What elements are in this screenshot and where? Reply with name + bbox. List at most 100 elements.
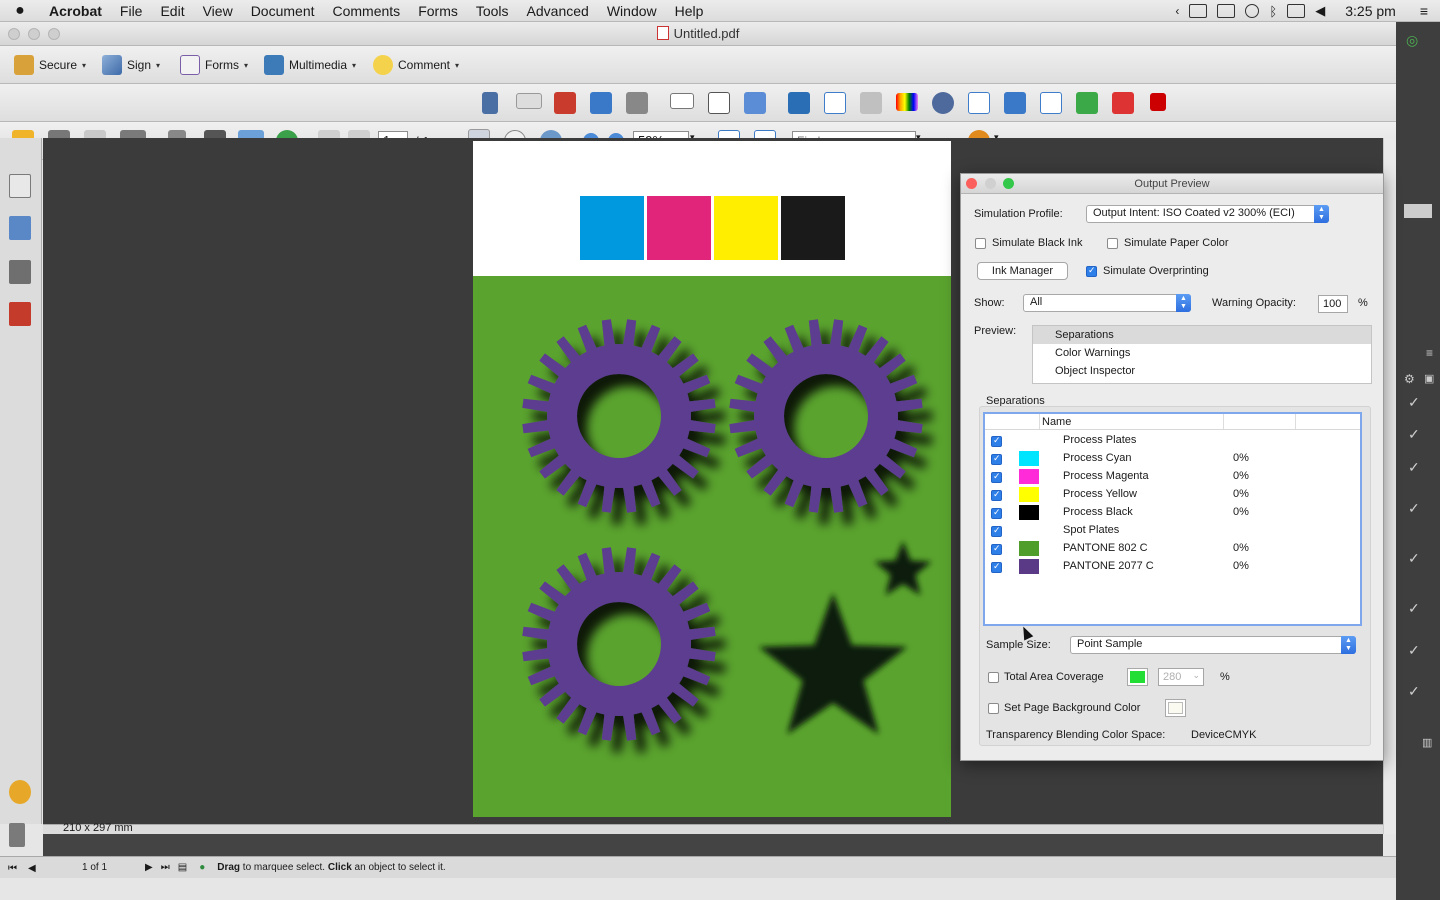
pages-panel-icon[interactable]: [9, 174, 31, 198]
menu-edit[interactable]: Edit: [151, 3, 193, 19]
simulate-paper-color-checkbox[interactable]: [1107, 238, 1118, 249]
volume-icon[interactable]: ◀: [1315, 3, 1325, 19]
sign-button[interactable]: Sign ▾: [102, 52, 160, 78]
flask-icon[interactable]: [932, 92, 954, 114]
page-layout-icon[interactable]: ▤: [178, 862, 187, 873]
output-preview-icon[interactable]: [896, 93, 918, 111]
set-page-background-checkbox[interactable]: [988, 703, 999, 714]
menu-advanced[interactable]: Advanced: [518, 3, 598, 19]
preview-item-color-warnings[interactable]: Color Warnings: [1033, 344, 1371, 362]
close-window-button[interactable]: [8, 28, 20, 40]
tablet-icon[interactable]: [1217, 4, 1236, 18]
edit-form-icon[interactable]: [1040, 92, 1062, 114]
separation-checkbox[interactable]: [991, 543, 1002, 555]
previous-page-icon[interactable]: ◀: [28, 863, 40, 874]
text-field-icon[interactable]: [670, 93, 694, 109]
next-page-icon[interactable]: ▶: [145, 862, 153, 873]
menu-document[interactable]: Document: [242, 3, 324, 19]
warning-opacity-input[interactable]: 100: [1318, 295, 1348, 313]
show-select[interactable]: All ▲ ▼: [1023, 294, 1191, 312]
vertical-scrollbar[interactable]: [1383, 138, 1396, 834]
dialog-minimize-button[interactable]: [985, 178, 996, 189]
separation-checkbox[interactable]: [991, 525, 1002, 537]
ink-manager-button[interactable]: Ink Manager: [977, 262, 1068, 280]
separation-checkbox[interactable]: [991, 435, 1002, 447]
separation-checkbox[interactable]: [991, 471, 1002, 483]
chevron-left-icon[interactable]: ‹: [1175, 4, 1179, 18]
multimedia-button[interactable]: Multimedia ▾: [264, 52, 356, 78]
separation-row[interactable]: Process Black 0%: [985, 504, 1360, 522]
dialog-close-button[interactable]: [966, 178, 977, 189]
link-tool-icon[interactable]: [554, 92, 576, 114]
menu-forms[interactable]: Forms: [409, 3, 467, 19]
select-arrow-icon[interactable]: [482, 92, 498, 114]
separation-row[interactable]: PANTONE 2077 C 0%: [985, 558, 1360, 576]
total-area-coverage-checkbox[interactable]: [988, 672, 999, 683]
menu-app[interactable]: Acrobat: [40, 3, 111, 19]
apple-icon[interactable]: ●: [0, 2, 40, 20]
document-info-icon[interactable]: [9, 302, 31, 326]
comment-button[interactable]: Comment ▾: [373, 52, 459, 78]
menu-list-icon[interactable]: ≡: [1420, 3, 1428, 19]
page-background-color-well[interactable]: [1165, 699, 1186, 717]
signatures-panel-icon[interactable]: [9, 260, 31, 284]
attach-tool-icon[interactable]: [626, 92, 648, 114]
simulate-black-ink-checkbox[interactable]: [975, 238, 986, 249]
page-icon[interactable]: [824, 92, 846, 114]
simulate-overprinting-checkbox[interactable]: [1086, 265, 1097, 277]
export-pdf-icon[interactable]: [1112, 92, 1134, 114]
tac-value-combo[interactable]: 280 ⌄: [1158, 668, 1204, 686]
separation-checkbox[interactable]: [991, 507, 1002, 519]
separation-checkbox[interactable]: [991, 489, 1002, 501]
separations-table[interactable]: Name Process PlatesProcess Cyan0%Process…: [983, 412, 1362, 626]
preview-mode-list[interactable]: Separations Color Warnings Object Inspec…: [1032, 325, 1372, 384]
forms-button[interactable]: Forms ▾: [180, 52, 248, 78]
preview-item-object-inspector[interactable]: Object Inspector: [1033, 362, 1371, 380]
minimize-window-button[interactable]: [28, 28, 40, 40]
menu-file[interactable]: File: [111, 3, 152, 19]
attachments-panel-icon[interactable]: [9, 823, 25, 847]
dialog-zoom-button[interactable]: [1003, 178, 1014, 189]
crop-tool-icon[interactable]: [590, 92, 612, 114]
pdf-page[interactable]: [473, 141, 951, 817]
display-icon[interactable]: [1287, 4, 1306, 18]
touchup-text-icon[interactable]: [708, 92, 730, 114]
separation-row[interactable]: Process Plates: [985, 432, 1360, 450]
menu-help[interactable]: Help: [666, 3, 713, 19]
menu-tools[interactable]: Tools: [467, 3, 518, 19]
bookmarks-panel-icon[interactable]: [9, 216, 31, 240]
preflight-icon[interactable]: [860, 92, 882, 114]
last-page-icon[interactable]: ⏭: [161, 862, 170, 873]
button-tool-icon[interactable]: [516, 93, 542, 109]
horizontal-scroll-area[interactable]: [43, 834, 1383, 856]
separation-row[interactable]: Process Magenta 0%: [985, 468, 1360, 486]
bluetooth-icon[interactable]: ᛒ: [1269, 4, 1277, 19]
separation-row[interactable]: Process Cyan 0%: [985, 450, 1360, 468]
menu-window[interactable]: Window: [598, 3, 666, 19]
preview-item-separations[interactable]: Separations: [1033, 326, 1371, 344]
edit-object-icon[interactable]: [744, 92, 766, 114]
bookmark-icon[interactable]: [788, 92, 810, 114]
sample-size-select[interactable]: Point Sample ▲ ▼: [1070, 636, 1356, 654]
time-machine-icon[interactable]: [1245, 4, 1260, 18]
separation-checkbox[interactable]: [991, 453, 1002, 465]
separation-checkbox[interactable]: [991, 561, 1002, 573]
secure-button[interactable]: Secure ▾: [14, 52, 86, 78]
zoom-window-button[interactable]: [48, 28, 60, 40]
fix-hairlines-icon[interactable]: [1004, 92, 1026, 114]
calendar-icon[interactable]: [1189, 4, 1208, 18]
simulation-profile-select[interactable]: Output Intent: ISO Coated v2 300% (ECI) …: [1086, 205, 1329, 223]
clock[interactable]: 3:25 pm: [1345, 3, 1396, 19]
flatten-icon[interactable]: [1150, 93, 1166, 111]
tac-color-well[interactable]: [1127, 668, 1148, 686]
separation-row[interactable]: Process Yellow 0%: [985, 486, 1360, 504]
separation-row[interactable]: PANTONE 802 C 0%: [985, 540, 1360, 558]
menu-view[interactable]: View: [194, 3, 242, 19]
separation-row[interactable]: Spot Plates: [985, 522, 1360, 540]
gear-shape: [522, 319, 716, 513]
comments-panel-icon[interactable]: [9, 780, 31, 804]
first-page-icon[interactable]: ⏮: [8, 863, 20, 874]
menu-comments[interactable]: Comments: [324, 3, 410, 19]
trim-marks-icon[interactable]: [968, 92, 990, 114]
import-icon[interactable]: [1076, 92, 1098, 114]
